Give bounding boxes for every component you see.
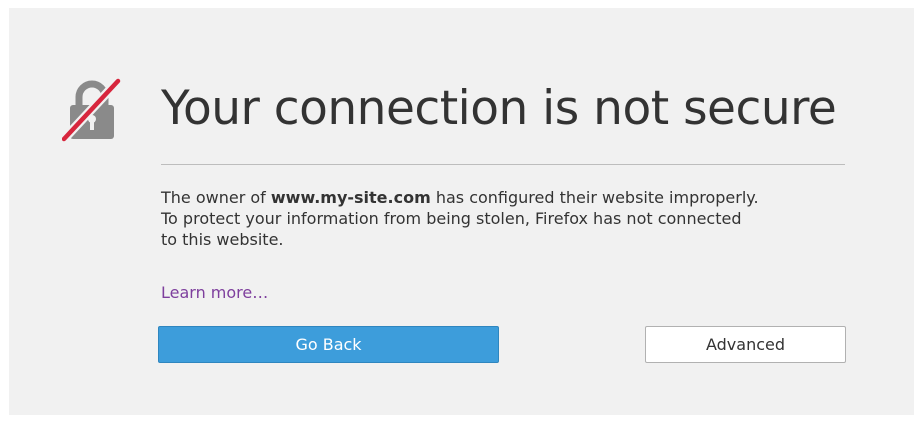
go-back-button[interactable]: Go Back [158,326,499,363]
title-divider [161,164,845,165]
error-panel: Your connection is not secure The owner … [9,8,914,415]
page-title: Your connection is not secure [161,81,837,136]
advanced-button[interactable]: Advanced [645,326,846,363]
message-suffix: has configured their website improperly. [430,188,759,207]
learn-more-link[interactable]: Learn more… [161,282,268,304]
message-line-1: The owner of www.my-site.com has configu… [161,187,861,208]
error-message: The owner of www.my-site.com has configu… [161,187,861,250]
broken-lock-icon [62,77,122,143]
message-prefix: The owner of [161,188,271,207]
message-line-2: To protect your information from being s… [161,209,742,228]
message-line-3: to this website. [161,230,284,249]
site-name: www.my-site.com [270,188,431,207]
